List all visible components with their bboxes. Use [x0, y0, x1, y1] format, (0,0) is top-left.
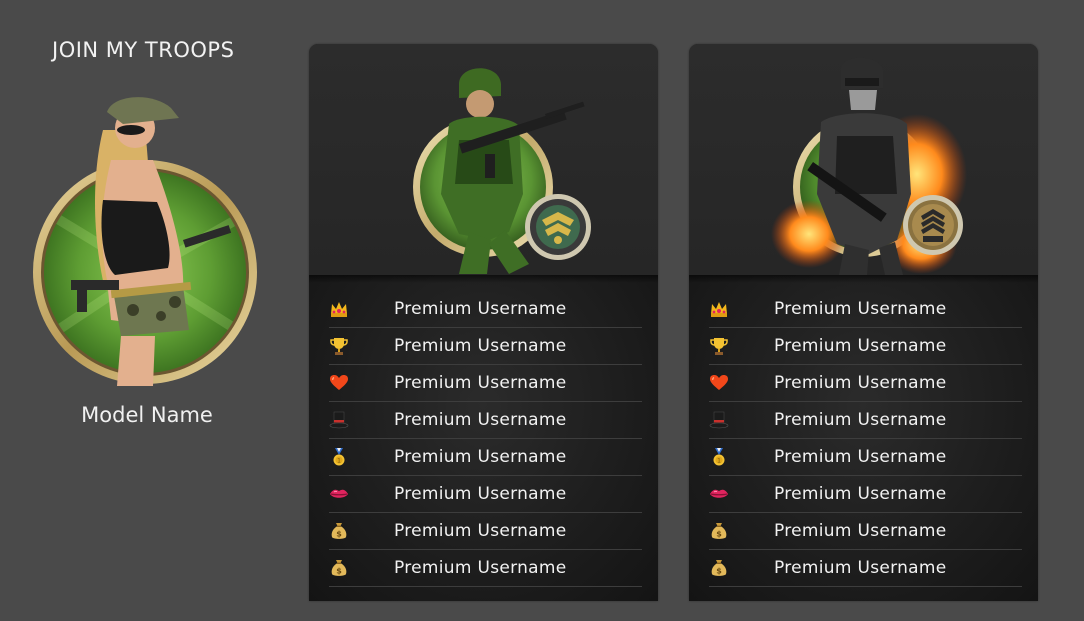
member-username[interactable]: Premium Username — [394, 298, 567, 320]
rank-card-header — [309, 44, 658, 275]
page-heading: JOIN MY TROOPS — [52, 38, 235, 62]
rank-card-member-list: Premium Username Premium Username Premium … — [309, 275, 658, 601]
member-username[interactable]: Premium Username — [394, 335, 567, 357]
svg-text:$: $ — [716, 567, 722, 576]
model-avatar[interactable] — [33, 90, 261, 386]
medal-icon: 1 — [329, 447, 349, 467]
member-username[interactable]: Premium Username — [774, 409, 947, 431]
lips-icon — [329, 484, 349, 504]
model-name[interactable]: Model Name — [47, 401, 247, 429]
member-username[interactable]: Premium Username — [774, 446, 947, 468]
rank-card-1: Premium Username Premium Username Premium … — [309, 44, 658, 601]
member-row[interactable]: Premium Username — [329, 291, 642, 328]
top-hat-icon — [709, 410, 729, 430]
member-row[interactable]: $ Premium Username — [329, 513, 642, 550]
rank-card-member-list: Premium Username Premium Username Premium … — [689, 275, 1038, 601]
member-username[interactable]: Premium Username — [394, 483, 567, 505]
svg-text:1: 1 — [717, 457, 721, 464]
money-bag-icon: $ — [329, 558, 349, 578]
member-username[interactable]: Premium Username — [774, 557, 947, 579]
crown-icon — [709, 299, 729, 319]
member-username[interactable]: Premium Username — [394, 409, 567, 431]
model-portrait-icon — [33, 97, 257, 386]
svg-text:$: $ — [336, 530, 342, 539]
member-username[interactable]: Premium Username — [394, 446, 567, 468]
member-row[interactable]: $ Premium Username — [329, 550, 642, 587]
soldier-rifle-avatar-icon[interactable] — [309, 44, 658, 275]
svg-text:$: $ — [716, 530, 722, 539]
soldier-fire-avatar-icon[interactable] — [689, 44, 1038, 275]
member-row[interactable]: $ Premium Username — [709, 550, 1022, 587]
member-username[interactable]: Premium Username — [394, 557, 567, 579]
member-row[interactable]: Premium Username — [329, 328, 642, 365]
money-bag-icon: $ — [329, 521, 349, 541]
member-username[interactable]: Premium Username — [774, 520, 947, 542]
lips-icon — [709, 484, 729, 504]
member-username[interactable]: Premium Username — [774, 298, 947, 320]
member-username[interactable]: Premium Username — [774, 372, 947, 394]
svg-text:1: 1 — [337, 457, 341, 464]
rank-card-header — [689, 44, 1038, 275]
money-bag-icon: $ — [709, 558, 729, 578]
member-row[interactable]: Premium Username — [709, 291, 1022, 328]
member-username[interactable]: Premium Username — [394, 372, 567, 394]
top-hat-icon — [329, 410, 349, 430]
member-row[interactable]: 1 Premium Username — [329, 439, 642, 476]
svg-text:$: $ — [336, 567, 342, 576]
member-row[interactable]: Premium Username — [709, 365, 1022, 402]
member-row[interactable]: $ Premium Username — [709, 513, 1022, 550]
member-row[interactable]: 1 Premium Username — [709, 439, 1022, 476]
member-row[interactable]: Premium Username — [709, 476, 1022, 513]
member-username[interactable]: Premium Username — [774, 335, 947, 357]
member-row[interactable]: Premium Username — [709, 328, 1022, 365]
crown-icon — [329, 299, 349, 319]
member-row[interactable]: Premium Username — [329, 402, 642, 439]
member-row[interactable]: Premium Username — [329, 365, 642, 402]
sergeant-chevron-badge-icon — [921, 209, 945, 242]
money-bag-icon: $ — [709, 521, 729, 541]
member-username[interactable]: Premium Username — [774, 483, 947, 505]
trophy-icon — [329, 336, 349, 356]
member-row[interactable]: Premium Username — [709, 402, 1022, 439]
heart-icon — [709, 373, 729, 393]
member-username[interactable]: Premium Username — [394, 520, 567, 542]
member-row[interactable]: Premium Username — [329, 476, 642, 513]
trophy-icon — [709, 336, 729, 356]
rank-card-2: Premium Username Premium Username Premium … — [689, 44, 1038, 601]
heart-icon — [329, 373, 349, 393]
medal-icon: 1 — [709, 447, 729, 467]
